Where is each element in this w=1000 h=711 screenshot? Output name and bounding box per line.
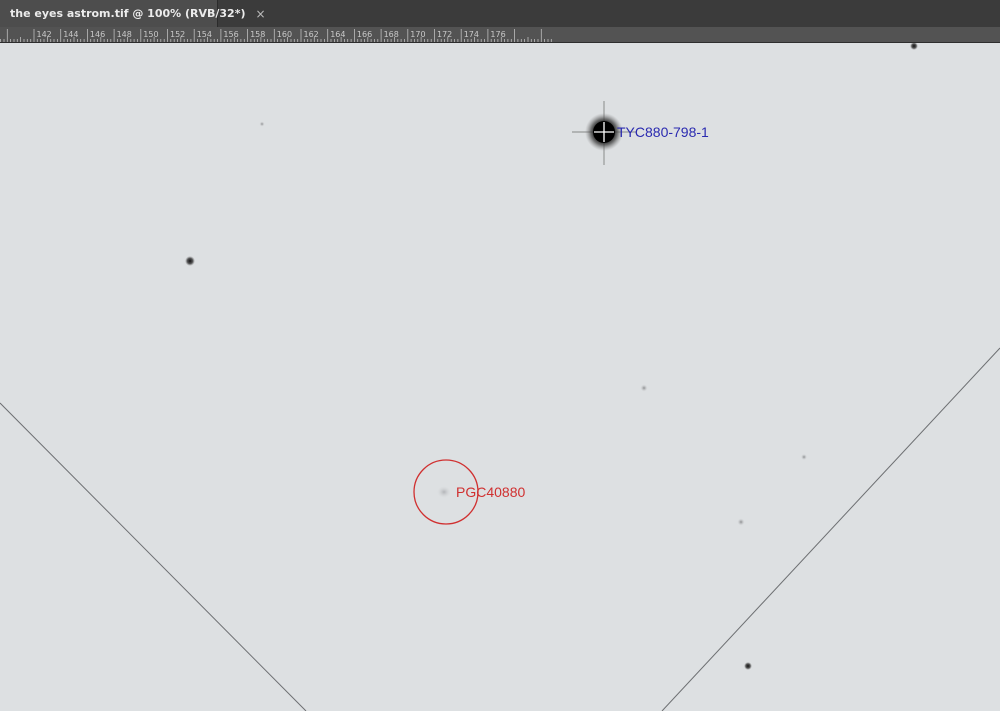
star xyxy=(910,43,918,50)
galaxy xyxy=(437,486,451,498)
ruler-label: 148 xyxy=(117,30,132,39)
image-canvas[interactable]: TYC880-798-1 PGC40880 xyxy=(0,43,1000,711)
ruler-label: 144 xyxy=(63,30,78,39)
ruler-label: 162 xyxy=(304,30,319,39)
ruler-label: 156 xyxy=(223,30,238,39)
faint-star xyxy=(737,518,745,526)
close-icon[interactable]: × xyxy=(256,7,266,21)
faint-star xyxy=(801,454,807,460)
ruler-label: 154 xyxy=(197,30,212,39)
faint-star xyxy=(640,384,648,392)
ruler-label: 142 xyxy=(37,30,52,39)
ruler-label: 160 xyxy=(277,30,292,39)
document-tab-bar: the eyes astrom.tif @ 100% (RVB/32*) × xyxy=(0,0,1000,27)
ruler-label: 172 xyxy=(437,30,452,39)
ruler-graphic: 142 144 146 148 150 152 154 156 158 160 162 164 166 1… xyxy=(0,29,552,42)
ruler-label: 146 xyxy=(90,30,105,39)
document-tab-title: the eyes astrom.tif @ 100% (RVB/32*) xyxy=(10,7,246,20)
ruler-label: 164 xyxy=(330,30,345,39)
ruler-label: 166 xyxy=(357,30,372,39)
ruler-label: 170 xyxy=(410,30,425,39)
astro-image: TYC880-798-1 PGC40880 xyxy=(0,43,1000,711)
field-boundary-line-left xyxy=(0,402,307,711)
ruler-label: 158 xyxy=(250,30,265,39)
star-label: TYC880-798-1 xyxy=(617,124,709,140)
ruler-label: 150 xyxy=(143,30,158,39)
star xyxy=(185,256,195,266)
faint-star xyxy=(259,121,265,127)
galaxy-label: PGC40880 xyxy=(456,484,525,500)
ruler-label: 168 xyxy=(384,30,399,39)
document-tab[interactable]: the eyes astrom.tif @ 100% (RVB/32*) × xyxy=(0,0,266,27)
star xyxy=(744,662,752,670)
horizontal-ruler: 142 144 146 148 150 152 154 156 158 160 162 164 166 1… xyxy=(0,27,1000,43)
ruler-label: 174 xyxy=(464,30,479,39)
ruler-label: 152 xyxy=(170,30,185,39)
field-boundary-line-right xyxy=(661,347,1000,711)
ruler-label: 176 xyxy=(490,30,505,39)
